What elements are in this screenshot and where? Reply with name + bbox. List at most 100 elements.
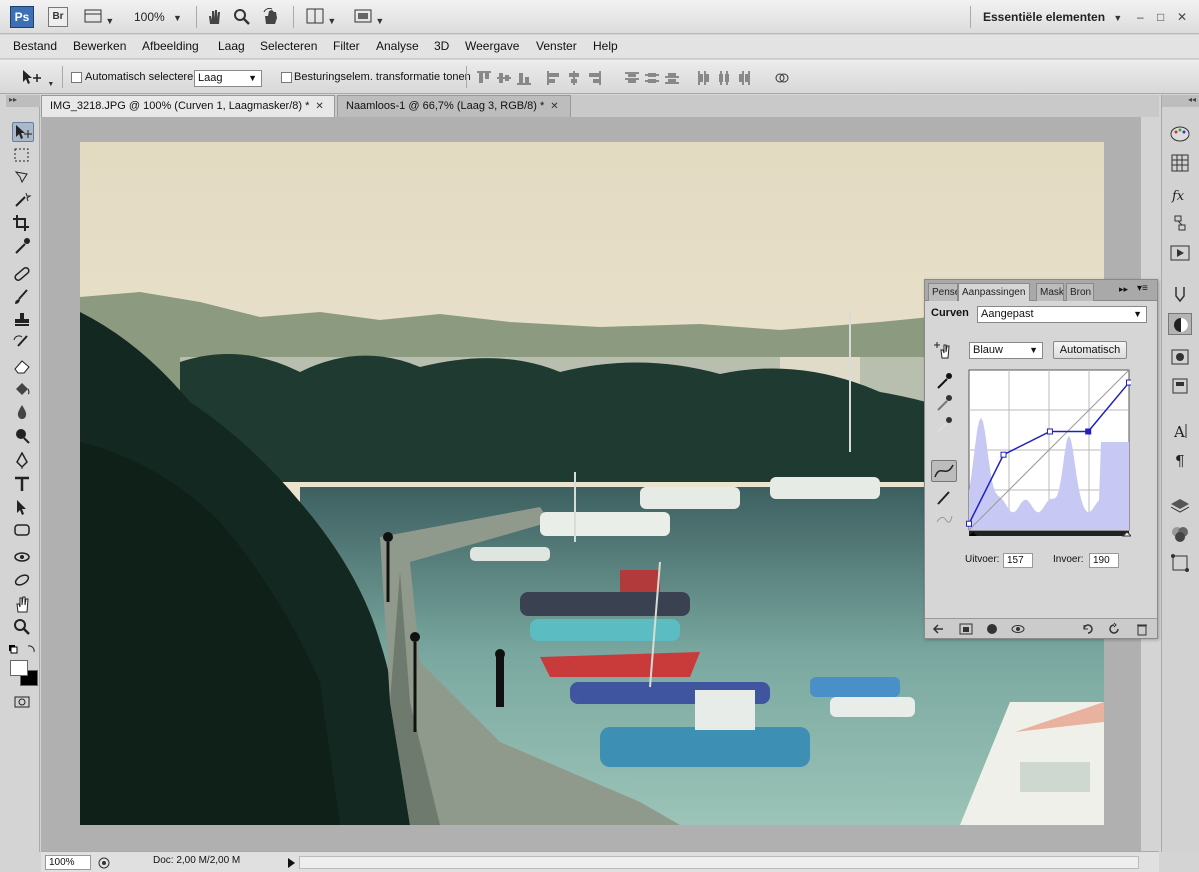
menu-laag[interactable]: Laag (218, 39, 245, 53)
brush-tool[interactable] (12, 288, 34, 308)
maximize-button[interactable]: □ (1157, 10, 1164, 24)
white-point-eyedropper[interactable] (935, 416, 953, 437)
menu-weergave[interactable]: Weergave (465, 39, 519, 53)
panel-grip[interactable]: ▸▸ (6, 95, 40, 107)
tab-naamloos-1[interactable]: Naamloos-1 @ 66,7% (Laag 3, RGB/8) * ✕ (337, 95, 571, 117)
healing-brush-tool[interactable] (12, 265, 34, 285)
clone-stamp-tool[interactable] (12, 311, 34, 331)
panel-menu-icon[interactable]: ▾≡ (1137, 283, 1148, 294)
align-left-icon[interactable] (546, 70, 562, 86)
status-zoom-field[interactable]: 100% (45, 855, 91, 870)
horizontal-scrollbar[interactable] (299, 856, 1139, 869)
distribute-left-icon[interactable] (696, 70, 712, 86)
hand-tool[interactable] (12, 595, 34, 615)
output-field[interactable]: 157 (1003, 553, 1033, 568)
path-selection-tool[interactable] (12, 498, 34, 518)
3d-rotate-tool[interactable] (12, 548, 34, 568)
eraser-tool[interactable] (12, 357, 34, 377)
auto-select-target-select[interactable]: Laag ▼ (194, 70, 262, 87)
menu-venster[interactable]: Venster (536, 39, 577, 53)
input-field[interactable]: 190 (1089, 553, 1119, 568)
expanded-view-icon[interactable] (959, 622, 973, 636)
zoom-tool-button[interactable] (233, 8, 251, 26)
dodge-tool[interactable] (12, 426, 34, 446)
blur-tool[interactable] (12, 403, 34, 423)
view-extras-button[interactable]: ▼ (84, 8, 114, 26)
clone-source-panel-button[interactable] (1168, 375, 1192, 397)
reset-icon[interactable] (1107, 622, 1121, 636)
distribute-bottom-icon[interactable] (664, 70, 680, 86)
styles-panel-button[interactable]: fx (1168, 184, 1192, 206)
align-bottom-icon[interactable] (516, 70, 532, 86)
curve-point[interactable] (966, 520, 972, 527)
foreground-color-swatch[interactable] (10, 660, 28, 676)
hand-tool-button[interactable] (205, 8, 223, 26)
screen-mode-button[interactable]: ▼ (354, 8, 384, 26)
zoom-tool[interactable] (12, 618, 34, 638)
menu-selecteren[interactable]: Selecteren (260, 39, 317, 53)
color-swatches[interactable] (10, 658, 40, 688)
dock-grip[interactable]: ◂◂ (1162, 95, 1199, 107)
auto-button[interactable]: Automatisch (1053, 341, 1127, 359)
distribute-horizontal-center-icon[interactable] (716, 70, 732, 86)
curve-point[interactable] (1126, 379, 1132, 386)
view-previous-icon[interactable] (1081, 622, 1095, 636)
tab-brushes[interactable]: Pense (928, 283, 958, 301)
curve-point[interactable] (1085, 428, 1092, 435)
paragraph-panel-button[interactable]: ¶ (1168, 449, 1192, 471)
arrange-documents-button[interactable]: ▼ (306, 8, 336, 26)
bridge-button[interactable]: Br (48, 7, 68, 27)
workspace-switcher[interactable]: Essentiële elementen ▼ (983, 8, 1122, 26)
quick-mask-button[interactable] (12, 693, 34, 713)
status-info-icon[interactable] (97, 856, 111, 870)
curve-point[interactable] (1046, 428, 1053, 435)
auto-align-layers-icon[interactable] (774, 70, 790, 86)
tab-img-3218[interactable]: IMG_3218.JPG @ 100% (Curven 1, Laagmaske… (41, 95, 335, 117)
swatches-panel-button[interactable] (1168, 152, 1192, 174)
panel-collapse-icon[interactable]: ▸▸ (1119, 284, 1128, 295)
close-button[interactable]: ✕ (1177, 10, 1187, 24)
zoom-level-select[interactable]: 100% ▼ (134, 8, 182, 26)
tab-masks[interactable]: Maske (1036, 283, 1064, 301)
tab-adjustments[interactable]: Aanpassingen (958, 283, 1030, 301)
minimize-button[interactable]: – (1137, 10, 1144, 24)
menu-afbeelding[interactable]: Afbeelding (142, 39, 199, 53)
rotate-view-button[interactable] (262, 7, 280, 26)
menu-help[interactable]: Help (593, 39, 618, 53)
curves-preset-select[interactable]: Aangepast ▼ (977, 306, 1147, 323)
gray-point-eyedropper[interactable] (935, 394, 953, 415)
type-tool[interactable] (12, 475, 34, 495)
align-top-icon[interactable] (476, 70, 492, 86)
crop-tool[interactable] (12, 214, 34, 234)
adjustments-panel-button[interactable] (1168, 313, 1192, 335)
quick-selection-tool[interactable] (12, 191, 34, 211)
distribute-top-icon[interactable] (624, 70, 640, 86)
close-icon[interactable]: ✕ (550, 101, 558, 112)
auto-select-checkbox[interactable] (71, 72, 82, 83)
masks-panel-button[interactable] (1168, 346, 1192, 368)
channel-select[interactable]: Blauw ▼ (969, 342, 1043, 359)
on-image-adjust-tool[interactable] (933, 340, 955, 363)
lasso-tool[interactable] (12, 168, 34, 188)
status-menu-arrow-icon[interactable] (285, 856, 297, 870)
back-arrow-icon[interactable] (931, 622, 945, 636)
layers-panel-button[interactable] (1168, 494, 1192, 516)
show-transform-controls-checkbox[interactable] (281, 72, 292, 83)
menu-bestand[interactable]: Bestand (13, 39, 57, 53)
eye-icon[interactable] (1011, 622, 1025, 636)
default-colors-button[interactable] (8, 643, 38, 655)
character-panel-button[interactable]: A (1168, 420, 1192, 442)
channels-panel-button[interactable] (1168, 523, 1192, 545)
tool-presets-panel-button[interactable] (1168, 284, 1192, 306)
paths-panel-button[interactable] (1168, 552, 1192, 574)
shape-tool[interactable] (12, 521, 34, 541)
move-tool[interactable] (12, 122, 34, 142)
close-icon[interactable]: ✕ (315, 101, 323, 112)
actions-panel-button[interactable] (1168, 242, 1192, 264)
color-panel-button[interactable] (1168, 123, 1192, 145)
3d-orbit-tool[interactable] (12, 571, 34, 591)
curves-graph[interactable] (965, 368, 1131, 538)
align-vertical-center-icon[interactable] (496, 70, 512, 86)
marquee-tool[interactable] (12, 146, 34, 166)
distribute-right-icon[interactable] (736, 70, 752, 86)
